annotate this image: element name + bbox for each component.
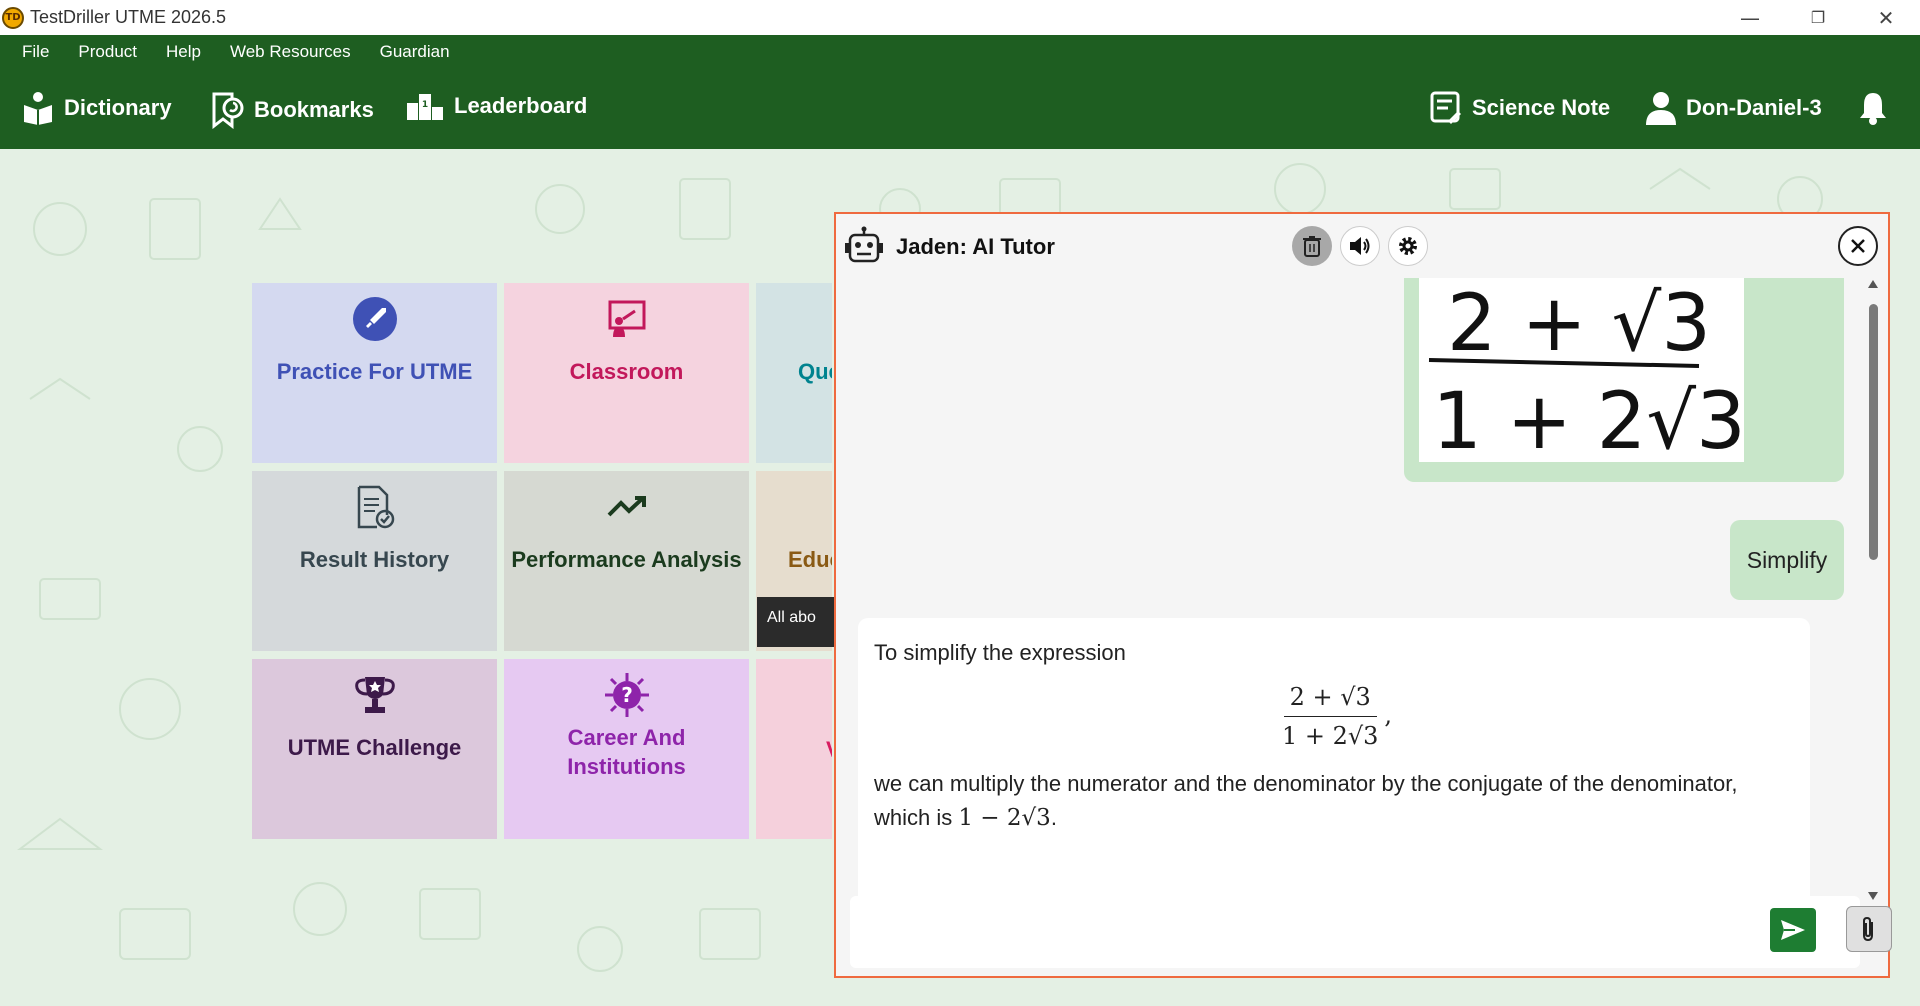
bot-explanation: we can multiply the numerator and the de… [874, 767, 1794, 835]
menu-help[interactable]: Help [166, 42, 201, 62]
chat-input-area [850, 896, 1860, 968]
tile-career-institutions[interactable]: ? Career And Institutions [504, 659, 749, 839]
svg-text:?: ? [621, 683, 633, 707]
menu-guardian[interactable]: Guardian [380, 42, 450, 62]
bookmarks-label: Bookmarks [254, 97, 374, 122]
paperclip-icon [1863, 916, 1873, 942]
close-window-button[interactable]: ✕ [1852, 0, 1920, 35]
tile-label: Practice For UTME [276, 359, 473, 384]
tile-label: Que [798, 359, 832, 384]
tile-practice-utme[interactable]: Practice For UTME [252, 283, 497, 463]
math-expression: 2 + √3 1 + 2√3 , [874, 680, 1794, 753]
leaderboard-icon: 1 [407, 94, 443, 120]
user-profile-button[interactable]: Don-Daniel-3 [1646, 91, 1822, 125]
scroll-down-icon[interactable] [1868, 892, 1878, 900]
speaker-button[interactable] [1340, 226, 1380, 266]
gear-icon [1399, 237, 1417, 255]
tile-videos[interactable]: V [756, 659, 832, 839]
tile-classroom[interactable]: Classroom [504, 283, 749, 463]
bot-explanation-end: . [1050, 805, 1057, 830]
send-button[interactable] [1770, 908, 1816, 952]
title-bar: TD TestDriller UTME 2026.5 — ❐ ✕ [0, 0, 1920, 35]
clear-chat-button[interactable] [1292, 226, 1332, 266]
scrollbar-thumb[interactable] [1869, 304, 1878, 560]
career-icon: ? [604, 673, 649, 717]
handwritten-expression-image[interactable]: 2 + √3 1 + 2√3 [1419, 278, 1746, 467]
toolbar: Dictionary Bookmarks 1 Leaderboard Scien… [0, 69, 1920, 149]
menu-web-resources[interactable]: Web Resources [230, 42, 351, 62]
dictionary-icon [24, 92, 52, 125]
math-comma: , [1384, 701, 1393, 729]
chat-message-input[interactable] [860, 906, 1750, 956]
handwritten-denominator: 1 + 2√3 [1432, 377, 1744, 462]
username-label: Don-Daniel-3 [1686, 95, 1822, 120]
classroom-icon [608, 300, 645, 337]
feature-tiles: Practice For UTME Classroom Que Result H… [252, 283, 832, 839]
user-text-message: Simplify [1730, 520, 1844, 600]
ai-tutor-chat-panel: Jaden: AI Tutor 2 + √3 1 + 2√3 Simplify [834, 212, 1892, 978]
handwritten-numerator: 2 + √3 [1447, 279, 1711, 369]
chat-scrollbar[interactable] [1866, 280, 1880, 902]
bookmarks-button[interactable]: Bookmarks [210, 91, 374, 129]
trophy-icon [354, 677, 395, 713]
send-icon [1781, 920, 1805, 940]
tile-label: Performance Analysis [511, 547, 742, 572]
close-icon [1851, 239, 1865, 253]
app-logo-icon: TD [2, 6, 24, 29]
minimize-button[interactable]: — [1716, 0, 1784, 35]
bookmarks-icon [212, 92, 244, 129]
rocket-icon [352, 297, 397, 341]
tile-label: Educa [788, 547, 832, 572]
chat-messages: 2 + √3 1 + 2√3 Simplify To simplify the … [836, 278, 1888, 898]
svg-text:1: 1 [422, 100, 428, 110]
tile-label: Classroom [569, 359, 684, 384]
restore-button[interactable]: ❐ [1784, 0, 1852, 35]
menu-bar: File Product Help Web Resources Guardian [0, 35, 1920, 69]
math-denominator: 1 + 2√3 [1281, 722, 1379, 750]
document-check-icon [357, 485, 394, 529]
math-numerator: 2 + √3 [1283, 680, 1377, 717]
tile-label: V [820, 735, 832, 764]
menu-product[interactable]: Product [78, 42, 137, 62]
dictionary-label: Dictionary [64, 95, 172, 120]
settings-button[interactable] [1388, 226, 1428, 266]
dictionary-button[interactable]: Dictionary [22, 91, 172, 125]
leaderboard-button[interactable]: 1 Leaderboard [406, 91, 587, 121]
bot-message: To simplify the expression 2 + √3 1 + 2√… [858, 618, 1810, 898]
bell-icon [1860, 93, 1886, 125]
robot-icon [845, 226, 883, 263]
tile-performance-analysis[interactable]: Performance Analysis [504, 471, 749, 651]
scroll-up-icon[interactable] [1868, 280, 1878, 288]
tile-questions[interactable]: Que [756, 283, 832, 463]
tile-result-history[interactable]: Result History [252, 471, 497, 651]
conjugate-expression: 1 − 2√3 [958, 805, 1051, 831]
science-note-label: Science Note [1472, 95, 1611, 120]
science-note-button[interactable]: Science Note [1430, 91, 1610, 125]
attach-button[interactable] [1846, 906, 1892, 952]
tile-utme-challenge[interactable]: UTME Challenge [252, 659, 497, 839]
note-icon [1430, 91, 1461, 124]
chat-title: Jaden: AI Tutor [896, 234, 1055, 259]
tile-label: UTME Challenge [287, 735, 462, 760]
user-image-message: 2 + √3 1 + 2√3 [1404, 278, 1844, 482]
tile-label: Result History [299, 547, 450, 572]
bot-intro-text: To simplify the expression [874, 640, 1126, 665]
speaker-icon [1350, 237, 1370, 255]
trash-icon [1303, 236, 1321, 257]
window-title: TestDriller UTME 2026.5 [30, 7, 227, 27]
trend-icon [607, 496, 646, 517]
window-controls: — ❐ ✕ [1716, 0, 1920, 35]
leaderboard-label: Leaderboard [454, 93, 588, 118]
chat-header: Jaden: AI Tutor [836, 214, 1888, 278]
tile-label: Career And Institutions [567, 725, 686, 779]
notifications-button[interactable] [1858, 91, 1888, 130]
menu-file[interactable]: File [22, 42, 49, 62]
user-icon [1646, 92, 1676, 125]
close-chat-button[interactable] [1838, 226, 1878, 266]
